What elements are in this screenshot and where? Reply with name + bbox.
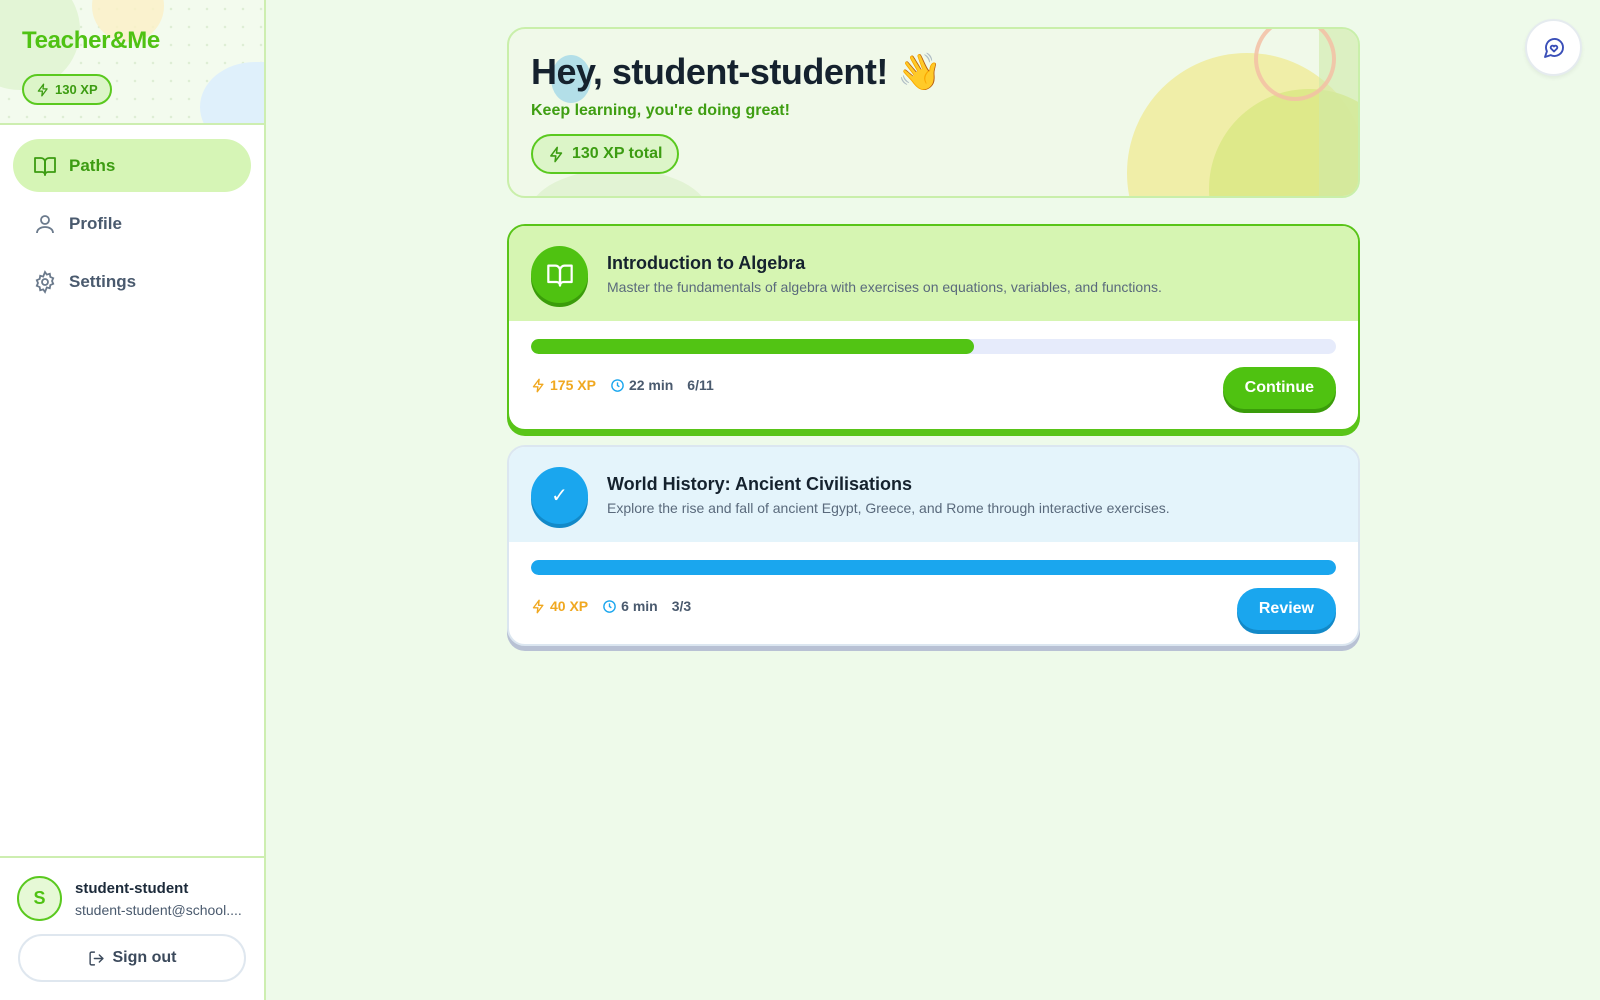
book-icon [531, 246, 588, 303]
book-icon [34, 156, 56, 176]
path-title: Introduction to Algebra [607, 253, 806, 273]
xp-badge: 130 XP [22, 74, 112, 105]
avatar[interactable]: S [17, 876, 62, 921]
sidebar-item-label: Paths [69, 155, 116, 175]
page-title: Hey, student-student! 👋 [531, 51, 942, 92]
sidebar-item-settings[interactable]: Settings [13, 255, 251, 308]
welcome-banner: Hey, student-student! 👋 Keep learning, y… [507, 27, 1360, 198]
user-name: student-student [75, 880, 189, 897]
sidebar-item-paths[interactable]: Paths [13, 139, 251, 192]
xp-reward-label: 175 XP [550, 377, 596, 393]
user-panel: S student-student student-student@school… [0, 856, 264, 1000]
sidebar: Teacher&Me 130 XP Paths Profile Settings… [0, 0, 266, 1000]
path-description: Master the fundamentals of algebra with … [607, 279, 1162, 295]
brand-logo[interactable]: Teacher&Me [22, 27, 160, 55]
clock-icon [603, 599, 616, 613]
xp-reward: 175 XP [531, 377, 596, 393]
clock-icon [611, 378, 624, 392]
path-meta: 175 XP 22 min 6/11 [531, 377, 714, 393]
sidebar-nav: Paths Profile Settings [13, 139, 251, 313]
xp-total-label: 130 XP total [572, 145, 663, 162]
lightning-icon [550, 146, 563, 162]
chat-button[interactable] [1525, 19, 1582, 76]
path-card-algebra[interactable]: Introduction to Algebra Master the funda… [507, 224, 1360, 431]
user-icon [36, 214, 54, 233]
sign-out-button[interactable]: Sign out [18, 934, 246, 982]
sidebar-item-profile[interactable]: Profile [13, 197, 251, 250]
user-email: student-student@school.... [75, 902, 242, 918]
duration: 22 min [610, 377, 673, 393]
duration-label: 6 min [621, 598, 658, 614]
progress-bar [531, 560, 1336, 575]
xp-reward: 40 XP [531, 598, 588, 614]
xp-total-badge: 130 XP total [531, 134, 680, 174]
brand-area: Teacher&Me 130 XP [0, 0, 264, 125]
path-title: World History: Ancient Civilisations [607, 474, 913, 494]
progress-fill [531, 560, 1336, 575]
progress-bar [531, 339, 1336, 354]
path-description: Explore the rise and fall of ancient Egy… [607, 500, 1170, 516]
duration: 6 min [602, 598, 658, 614]
lightning-icon [532, 378, 544, 392]
review-button[interactable]: Review [1236, 588, 1336, 630]
duration-label: 22 min [628, 377, 674, 393]
lightning-icon [532, 599, 544, 613]
path-meta: 40 XP 6 min 3/3 [531, 598, 691, 614]
gear-icon [35, 269, 55, 294]
sign-out-icon [88, 950, 104, 966]
continue-button[interactable]: Continue [1222, 367, 1336, 409]
sign-out-label: Sign out [112, 949, 177, 966]
chat-heart-icon [1543, 37, 1564, 58]
sidebar-item-label: Settings [69, 271, 137, 291]
xp-badge-label: 130 XP [55, 82, 98, 97]
check-icon: ✓ [531, 467, 588, 524]
hero-subtitle: Keep learning, you're doing great! [531, 102, 790, 119]
xp-reward-label: 40 XP [550, 598, 589, 614]
lesson-count: 6/11 [687, 377, 714, 393]
card-header: ✓ World History: Ancient Civilisations E… [509, 447, 1358, 542]
sidebar-item-label: Profile [69, 213, 122, 233]
progress-fill [531, 339, 974, 354]
lesson-count: 3/3 [671, 598, 692, 614]
card-header: Introduction to Algebra Master the funda… [509, 226, 1358, 321]
path-card-world-history[interactable]: ✓ World History: Ancient Civilisations E… [507, 445, 1360, 646]
lightning-icon [37, 83, 48, 96]
